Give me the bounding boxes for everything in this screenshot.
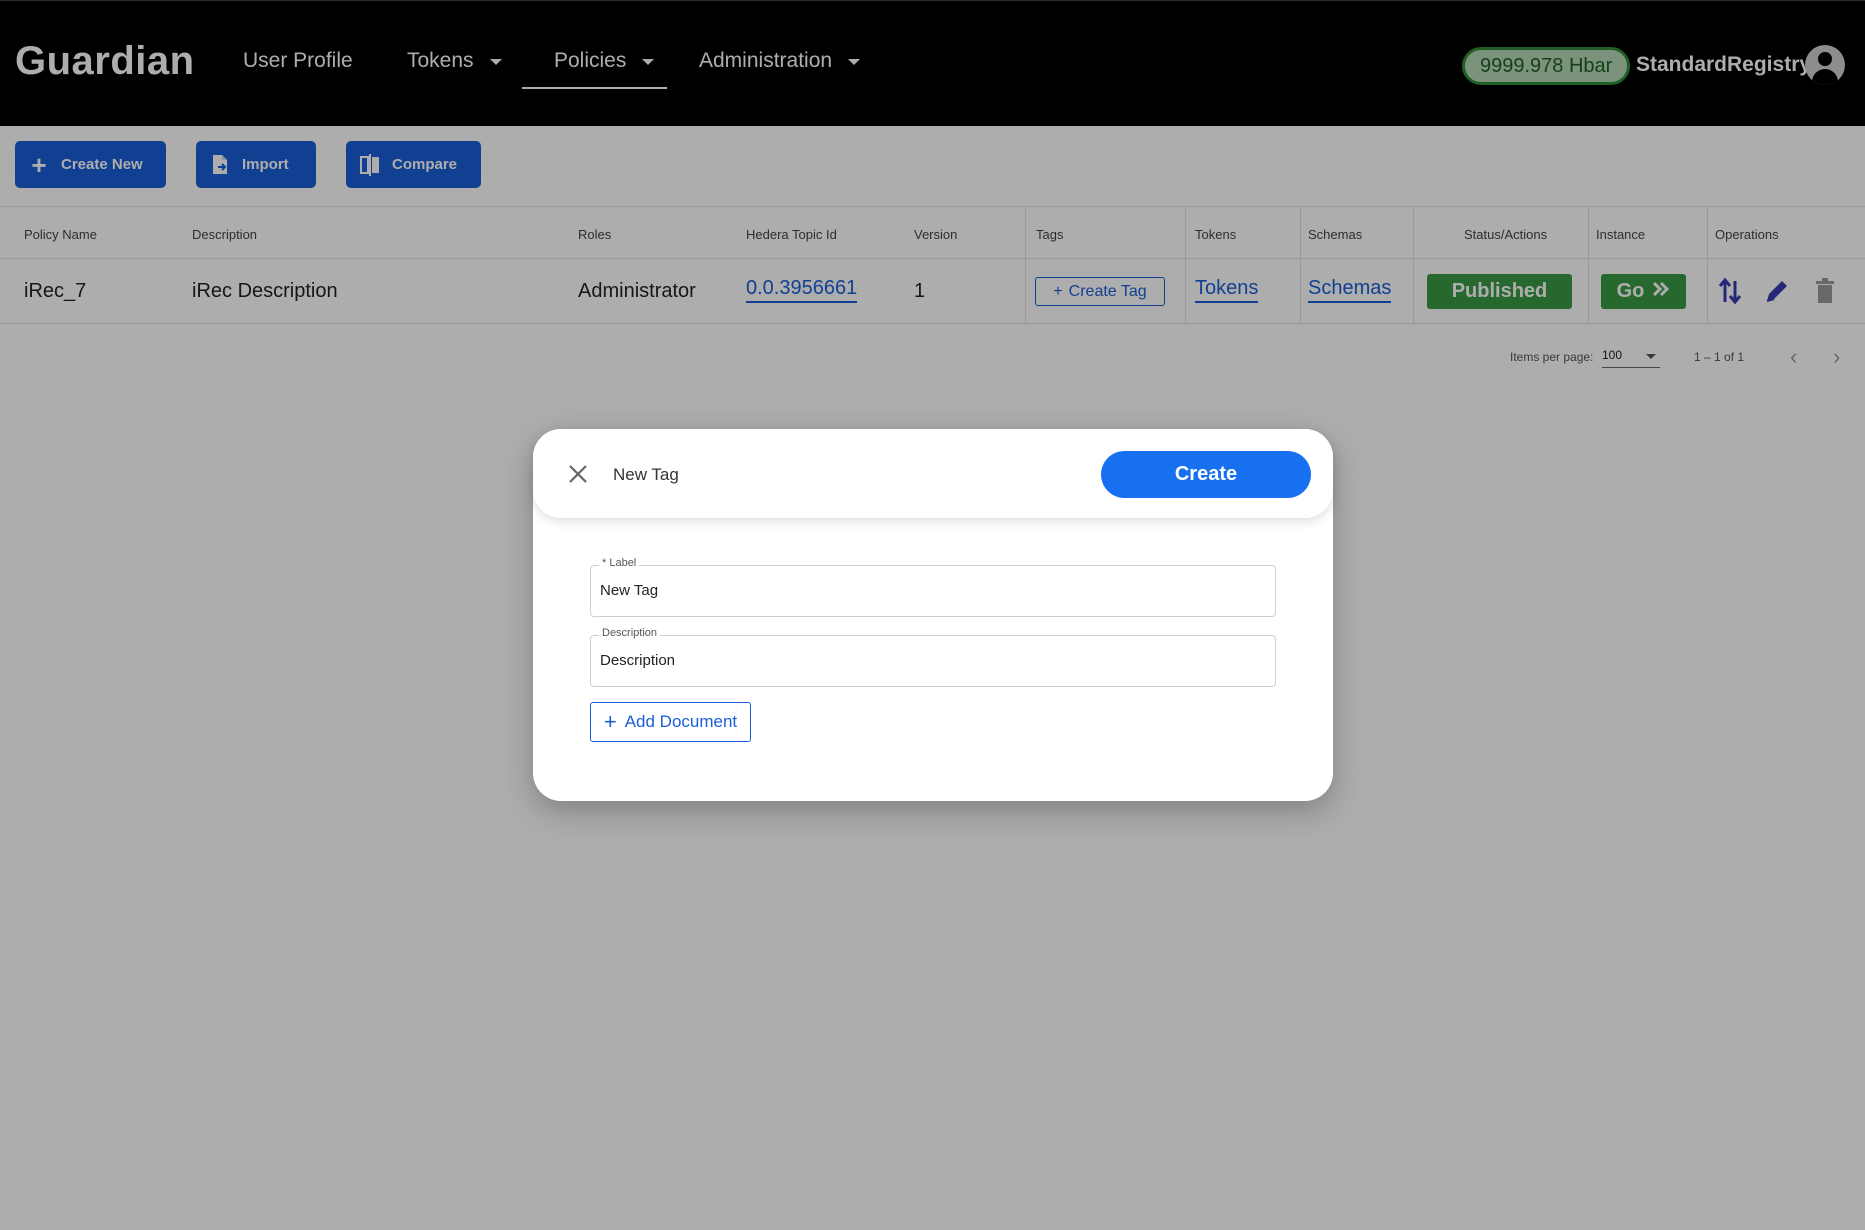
label-input[interactable]: [600, 582, 1260, 599]
new-tag-dialog: New Tag Create * Label Description + Add…: [533, 429, 1333, 801]
description-input[interactable]: [600, 652, 1260, 669]
plus-icon: +: [603, 709, 617, 734]
label-field-label: * Label: [599, 557, 640, 569]
create-button[interactable]: Create: [1101, 451, 1311, 498]
description-field-label: Description: [599, 627, 661, 639]
add-document-label: Add Document: [624, 712, 738, 731]
label-field[interactable]: * Label: [590, 557, 1276, 617]
description-field[interactable]: Description: [590, 627, 1276, 687]
dialog-header: New Tag Create: [533, 429, 1333, 518]
add-document-button[interactable]: + Add Document: [590, 702, 751, 742]
dialog-title: New Tag: [613, 465, 679, 484]
close-icon[interactable]: [567, 463, 589, 485]
